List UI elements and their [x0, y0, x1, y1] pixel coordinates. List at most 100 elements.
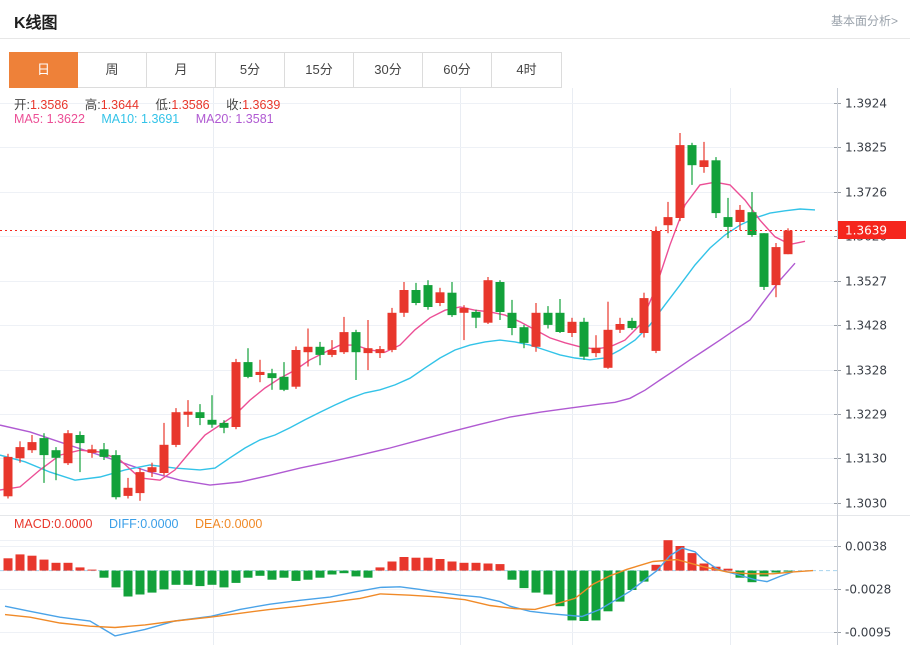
macd-bar	[268, 571, 277, 580]
dea-label: DEA:	[195, 517, 224, 531]
candle-body	[100, 449, 109, 457]
macd-bar	[496, 564, 505, 571]
candle-body	[436, 292, 445, 303]
macd-tick-label: 0.0038	[845, 540, 887, 554]
candle-body	[484, 280, 493, 323]
macd-bar	[724, 569, 733, 571]
price-tick-label: 1.3825	[845, 141, 887, 155]
macd-bar	[580, 571, 589, 621]
ma10-line	[0, 209, 815, 480]
macd-chart: 0.0038-0.0028-0.0095	[0, 515, 910, 645]
candle-body	[304, 347, 313, 352]
open-value: 1.3586	[30, 98, 68, 112]
candle-body	[664, 217, 673, 225]
low-label: 低:	[155, 98, 171, 112]
ma5-value: 1.3622	[47, 112, 85, 126]
macd-bar	[412, 558, 421, 571]
macd-bar	[148, 571, 157, 593]
candle-body	[64, 433, 73, 463]
tab-day[interactable]: 日	[9, 52, 78, 88]
diff-value: 0.0000	[140, 517, 178, 531]
ma20-label: MA20:	[196, 112, 232, 126]
tab-5min[interactable]: 5分	[216, 53, 285, 87]
macd-bar	[340, 571, 349, 574]
candle-body	[460, 308, 469, 313]
candle-body	[472, 312, 481, 318]
candle-body	[280, 377, 289, 390]
candle-body	[496, 282, 505, 312]
macd-bar	[196, 571, 205, 587]
ma5-label: MA5:	[14, 112, 43, 126]
candle-body	[4, 457, 13, 496]
candle-body	[748, 212, 757, 235]
close-label: 收:	[226, 98, 242, 112]
macd-tick-label: -0.0028	[845, 583, 891, 597]
candle-body	[736, 210, 745, 222]
macd-bar	[544, 571, 553, 595]
candle-body	[52, 450, 61, 458]
tab-15min[interactable]: 15分	[285, 53, 354, 87]
macd-bar	[124, 571, 133, 597]
candle-body	[640, 298, 649, 333]
candle-body	[556, 313, 565, 332]
macd-bar	[40, 560, 49, 571]
dea-value: 0.0000	[224, 517, 262, 531]
tab-week[interactable]: 周	[78, 53, 147, 87]
page-title: K线图	[14, 9, 58, 33]
tab-30min[interactable]: 30分	[354, 53, 423, 87]
candle-body	[400, 290, 409, 313]
candle-body	[136, 472, 145, 493]
macd-bar	[316, 571, 325, 578]
candle-body	[412, 290, 421, 303]
candle-body	[196, 412, 205, 418]
candle-body	[604, 330, 613, 368]
candle-body	[88, 449, 97, 453]
candle-body	[448, 293, 457, 315]
candle-body	[40, 438, 49, 455]
candle-body	[520, 327, 529, 343]
ma-legend: MA5: 1.3622 MA10: 1.3691 MA20: 1.3581	[14, 112, 287, 126]
tab-60min[interactable]: 60分	[423, 53, 492, 87]
candle-body	[388, 313, 397, 350]
macd-bar	[136, 571, 145, 595]
candle-body	[676, 145, 685, 218]
macd-bar	[208, 571, 217, 585]
tab-4hour[interactable]: 4时	[492, 53, 561, 87]
macd-bar	[256, 571, 265, 576]
candle-body	[628, 321, 637, 328]
candle-body	[340, 332, 349, 352]
candlestick-chart: 1.39241.38251.37261.36261.35271.34281.33…	[0, 88, 910, 515]
candle-body	[28, 442, 37, 450]
macd-bar	[76, 567, 85, 570]
ohlc-legend: 开:1.3586 高:1.3644 低:1.3586 收:1.3639	[14, 94, 293, 113]
macd-bar	[388, 562, 397, 571]
macd-bar	[88, 570, 97, 571]
candle-body	[316, 347, 325, 355]
macd-bar	[568, 571, 577, 621]
ma20-value: 1.3581	[235, 112, 273, 126]
macd-bar	[4, 558, 13, 570]
candle-body	[148, 467, 157, 472]
macd-bar	[688, 553, 697, 571]
candle-body	[124, 488, 133, 496]
candle-body	[232, 362, 241, 427]
diff-label: DIFF:	[109, 517, 140, 531]
candle-body	[256, 372, 265, 375]
candle-body	[772, 247, 781, 285]
macd-bar	[748, 571, 757, 583]
macd-legend: MACD:0.0000 DIFF:0.0000 DEA:0.0000	[14, 517, 275, 531]
macd-bar	[532, 571, 541, 593]
macd-bar	[232, 571, 241, 583]
candle-body	[376, 349, 385, 353]
macd-bar	[184, 571, 193, 585]
macd-bar	[772, 571, 781, 573]
candle-body	[328, 350, 337, 355]
candle-body	[616, 324, 625, 330]
candle-body	[700, 160, 709, 167]
fundamental-analysis-link[interactable]: 基本面分析>	[831, 12, 898, 29]
candle-body	[724, 217, 733, 227]
tab-month[interactable]: 月	[147, 53, 216, 87]
macd-bar	[100, 571, 109, 578]
ma20-line	[0, 263, 795, 485]
macd-bar	[352, 571, 361, 577]
